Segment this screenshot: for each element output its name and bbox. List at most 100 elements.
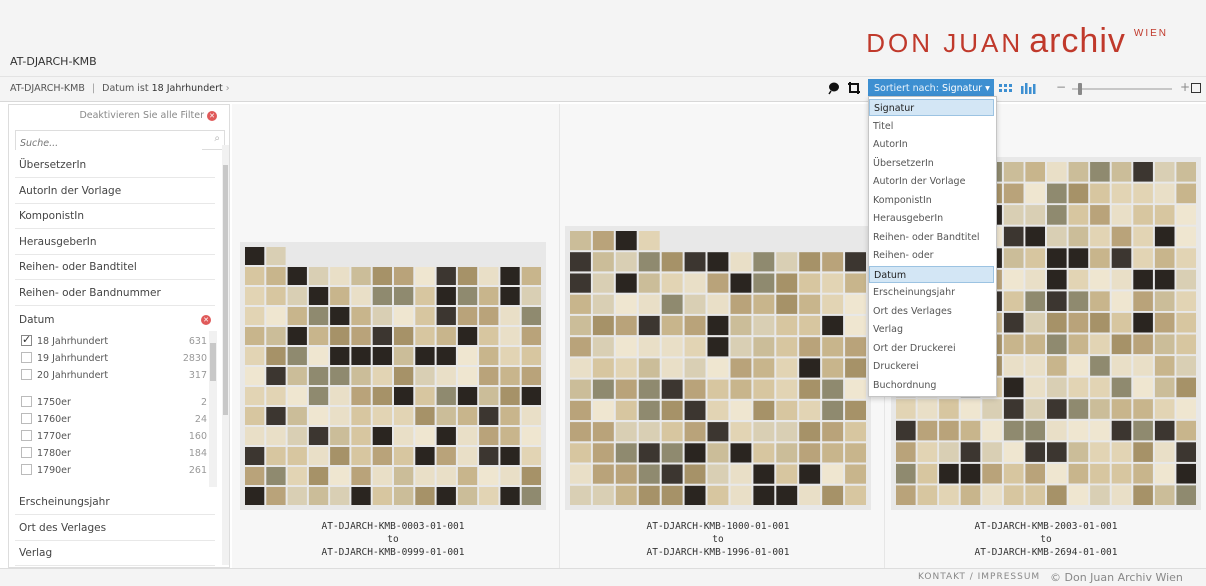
breadcrumb-filter-value[interactable]: 18 Jahrhundert bbox=[152, 83, 223, 94]
checkbox[interactable] bbox=[21, 369, 32, 380]
document-thumbnail bbox=[896, 420, 916, 441]
crop-tool-icon[interactable] bbox=[846, 81, 862, 97]
document-thumbnail bbox=[845, 315, 866, 336]
document-thumbnail bbox=[707, 443, 729, 463]
footer-contact-link[interactable]: KONTAKT / IMPRESSUM bbox=[918, 572, 1040, 582]
facet-item[interactable]: Erscheinungsjahr bbox=[15, 490, 215, 515]
zoom-out-button[interactable]: − bbox=[1056, 80, 1066, 94]
sort-option[interactable]: Erscheinungsjahr bbox=[869, 284, 994, 301]
sort-option[interactable]: KomponistIn bbox=[869, 192, 994, 209]
facet-item[interactable]: KomponistIn bbox=[15, 204, 215, 229]
sort-option[interactable]: Buchordnung bbox=[869, 377, 994, 394]
document-thumbnail bbox=[1176, 420, 1196, 441]
document-thumbnail bbox=[245, 407, 265, 425]
document-thumbnail bbox=[1090, 205, 1110, 225]
facet-item[interactable]: Reihen- oder Bandnummer bbox=[15, 281, 215, 306]
result-mosaic[interactable] bbox=[565, 226, 871, 510]
facet-item[interactable]: ÜbersetzerIn bbox=[15, 153, 215, 178]
document-thumbnail bbox=[415, 447, 435, 465]
document-thumbnail bbox=[1133, 269, 1153, 290]
document-thumbnail bbox=[776, 464, 798, 484]
sort-option[interactable]: Signatur bbox=[869, 99, 994, 116]
checkbox[interactable] bbox=[21, 352, 32, 363]
document-thumbnail bbox=[799, 337, 821, 357]
clear-facet-icon[interactable]: ✕ bbox=[201, 315, 211, 325]
sort-option[interactable]: Druckerei bbox=[869, 358, 994, 375]
document-thumbnail bbox=[1047, 399, 1067, 419]
breadcrumb-root[interactable]: AT-DJARCH-KMB bbox=[10, 83, 85, 94]
document-thumbnail bbox=[799, 252, 821, 272]
checkbox[interactable] bbox=[21, 430, 32, 441]
document-thumbnail bbox=[982, 442, 1002, 462]
document-thumbnail bbox=[730, 252, 752, 272]
bar-view-icon[interactable] bbox=[1020, 81, 1038, 97]
sort-option[interactable]: ÜbersetzerIn bbox=[869, 155, 994, 172]
facet-option-count: 261 bbox=[188, 465, 207, 476]
brand-logo[interactable]: DON JUAN archiv WIEN bbox=[866, 22, 1168, 61]
facet-option[interactable]: 1790er 261 bbox=[21, 462, 207, 479]
sort-option[interactable]: Ort der Druckerei bbox=[869, 340, 994, 357]
sort-option[interactable]: Ort des Verlages bbox=[869, 303, 994, 320]
facet-option-label: 1760er bbox=[37, 414, 71, 425]
sort-value: Signatur ▾ bbox=[941, 83, 990, 94]
document-thumbnail bbox=[707, 358, 729, 378]
checkbox[interactable] bbox=[21, 331, 32, 348]
document-thumbnail bbox=[730, 358, 752, 378]
document-thumbnail bbox=[1176, 291, 1196, 311]
search-input[interactable] bbox=[16, 134, 202, 153]
facet-option[interactable]: 20 Jahrhundert 317 bbox=[21, 367, 207, 384]
sort-option[interactable]: Reihen- oder Bandtitel bbox=[869, 229, 994, 246]
document-thumbnail bbox=[521, 287, 541, 305]
sort-option[interactable]: Reihen- oder Bandnummer bbox=[869, 247, 994, 278]
facet-option[interactable]: 1780er 184 bbox=[21, 445, 207, 462]
document-thumbnail bbox=[394, 287, 414, 305]
deactivate-all-filters[interactable]: Deaktivieren Sie alle Filter ✕ bbox=[79, 110, 217, 121]
facet-item[interactable]: Ort des Verlages bbox=[15, 516, 215, 541]
document-thumbnail bbox=[1068, 291, 1089, 311]
facet-option-label: 1790er bbox=[37, 465, 71, 476]
document-thumbnail bbox=[1003, 377, 1024, 398]
facet-scrollbar[interactable] bbox=[209, 331, 217, 487]
sort-option[interactable]: Verlag bbox=[869, 321, 994, 338]
document-thumbnail bbox=[1025, 463, 1045, 484]
document-thumbnail bbox=[1090, 485, 1110, 505]
grid-view-icon[interactable] bbox=[998, 81, 1016, 97]
document-thumbnail bbox=[570, 294, 591, 314]
facet-datum-header[interactable]: Datum ✕ bbox=[15, 309, 215, 331]
document-thumbnail bbox=[479, 407, 499, 425]
facet-item[interactable]: HerausgeberIn bbox=[15, 230, 215, 255]
checkbox[interactable] bbox=[21, 447, 32, 458]
document-thumbnail bbox=[684, 443, 706, 463]
checkbox[interactable] bbox=[21, 413, 32, 424]
facet-item[interactable]: Verlag bbox=[15, 541, 215, 566]
checkbox[interactable] bbox=[21, 464, 32, 475]
sort-option[interactable]: AutorIn bbox=[869, 136, 994, 153]
document-thumbnail bbox=[1047, 442, 1067, 462]
facet-option[interactable]: 1770er 160 bbox=[21, 428, 207, 445]
facet-scrollbar-thumb[interactable] bbox=[210, 343, 216, 381]
facet-item[interactable]: Reihen- oder Bandtitel bbox=[15, 255, 215, 280]
zoom-slider-track[interactable] bbox=[1072, 88, 1172, 90]
facet-option[interactable]: 1760er 24 bbox=[21, 411, 207, 428]
result-mosaic[interactable] bbox=[240, 242, 546, 510]
sort-option[interactable]: HerausgeberIn bbox=[869, 210, 994, 227]
facet-option[interactable]: 1750er 2 bbox=[21, 394, 207, 411]
facet-option[interactable]: 19 Jahrhundert 2830 bbox=[21, 350, 207, 367]
document-thumbnail bbox=[822, 464, 844, 484]
lasso-tool-icon[interactable] bbox=[826, 81, 842, 97]
facet-option-count: 631 bbox=[188, 336, 207, 347]
edit-icon[interactable] bbox=[1191, 83, 1201, 93]
search-icon[interactable]: ⌕ bbox=[214, 133, 220, 144]
sidebar-scrollbar[interactable] bbox=[222, 145, 229, 565]
facet-item[interactable]: AutorIn der Vorlage bbox=[15, 179, 215, 204]
zoom-in-button[interactable]: + bbox=[1180, 80, 1190, 94]
facet-option[interactable]: 18 Jahrhundert 631 bbox=[21, 331, 207, 350]
zoom-slider-handle[interactable] bbox=[1078, 83, 1082, 95]
checkbox[interactable] bbox=[21, 396, 32, 407]
sort-option[interactable]: AutorIn der Vorlage bbox=[869, 173, 994, 190]
zoom-slider[interactable]: − + bbox=[1050, 80, 1200, 98]
document-thumbnail bbox=[500, 487, 520, 505]
sort-option[interactable]: Titel bbox=[869, 118, 994, 135]
sort-option[interactable]: Datum bbox=[869, 265, 994, 283]
sidebar-scrollbar-thumb[interactable] bbox=[223, 165, 228, 415]
